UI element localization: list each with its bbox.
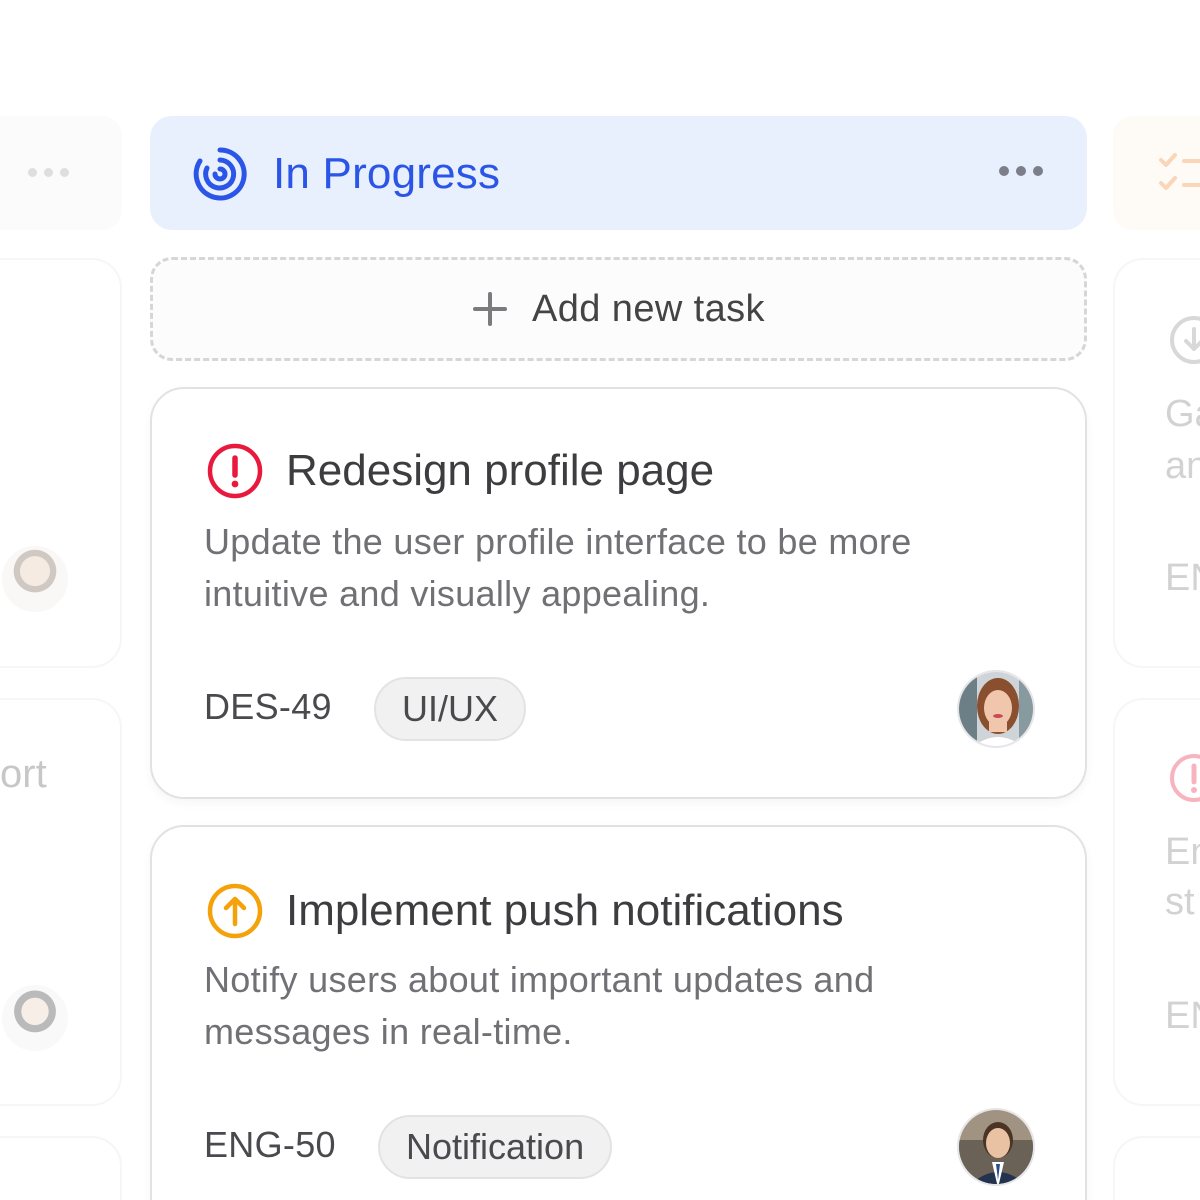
low-priority-arrow-down-icon [1170, 316, 1200, 364]
right-card-title: En [1165, 831, 1200, 873]
right-task-card[interactable] [1113, 1136, 1200, 1200]
urgent-alert-icon [207, 443, 263, 499]
task-description: Update the user profile interface to be … [204, 521, 912, 614]
in-progress-spiral-icon [193, 147, 247, 201]
right-card-title: st [1165, 881, 1195, 923]
left-card-title: ort [0, 752, 47, 796]
task-title: Implement push notifications [286, 886, 844, 935]
left-task-card[interactable] [0, 1136, 122, 1200]
high-priority-arrow-up-icon [207, 883, 263, 939]
add-new-task-label: Add new task [532, 287, 765, 330]
task-tag[interactable]: UI/UX [374, 677, 527, 741]
task-card[interactable]: Redesign profile page Update the user pr… [150, 387, 1087, 799]
more-horizontal-icon[interactable] [999, 166, 1043, 176]
right-card-title: Ga [1165, 393, 1200, 435]
urgent-alert-icon [1170, 754, 1200, 802]
right-card-code: EN [1165, 557, 1200, 599]
right-card-code: EN [1165, 995, 1200, 1037]
avatar [0, 543, 71, 615]
task-description: Notify users about important updates and… [204, 959, 875, 1052]
task-card[interactable]: Implement push notifications Notify user… [150, 825, 1087, 1200]
column-header: In Progress [150, 116, 1087, 230]
add-new-task-button[interactable]: Add new task [150, 257, 1087, 361]
task-tag[interactable]: Notification [378, 1115, 613, 1179]
left-column-more-icon[interactable] [28, 168, 69, 177]
avatar [0, 982, 71, 1054]
task-code: DES-49 [204, 686, 332, 727]
checklist-icon [1159, 153, 1200, 190]
assignee-avatar[interactable] [957, 1108, 1035, 1186]
task-title: Redesign profile page [286, 446, 715, 495]
assignee-avatar[interactable] [957, 670, 1035, 748]
column-title: In Progress [273, 149, 501, 198]
plus-icon [473, 292, 508, 326]
task-code: ENG-50 [204, 1124, 336, 1165]
right-card-title: an [1165, 445, 1200, 487]
